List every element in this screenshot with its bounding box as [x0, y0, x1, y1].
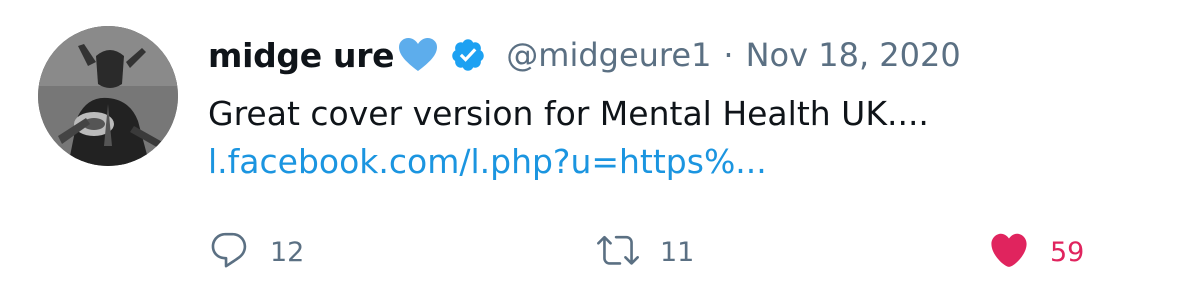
like-count: 59: [1050, 236, 1085, 268]
blue-heart-emoji-icon: [398, 37, 438, 73]
avatar-photo: [38, 26, 178, 166]
retweet-icon: [596, 229, 640, 275]
reply-count: 12: [270, 236, 305, 268]
tweet-header: midge ure @midgeure1 · Nov 18, 2020: [208, 26, 1168, 84]
tweet-timestamp[interactable]: Nov 18, 2020: [746, 36, 961, 74]
like-button[interactable]: 59: [988, 228, 1084, 276]
author-handle[interactable]: @midgeure1: [506, 36, 711, 74]
tweet-content: midge ure @midgeure1 · Nov 18, 2020 Grea…: [208, 26, 1168, 186]
verified-badge-icon: [450, 37, 486, 73]
tweet-actions: 12 11 59: [208, 228, 1168, 276]
heart-filled-icon: [988, 229, 1030, 275]
display-name[interactable]: midge ure: [208, 36, 395, 75]
tweet-card: midge ure @midgeure1 · Nov 18, 2020 Grea…: [0, 0, 1200, 288]
tweet-text: Great cover version for Mental Health UK…: [208, 94, 929, 133]
reply-button[interactable]: 12: [208, 228, 304, 276]
avatar[interactable]: [38, 26, 178, 166]
retweet-button[interactable]: 11: [596, 228, 694, 276]
retweet-count: 11: [660, 236, 695, 268]
header-separator: ·: [723, 36, 734, 74]
reply-icon: [208, 229, 250, 275]
tweet-link[interactable]: l.facebook.com/l.php?u=https%...: [208, 138, 767, 186]
